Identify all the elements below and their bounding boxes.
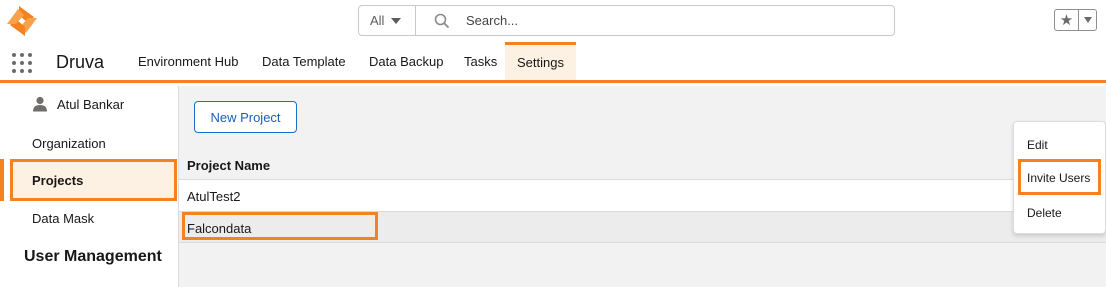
projects-panel: New Project Project Name AtulTest2 Falco… bbox=[179, 86, 1106, 287]
sidebar-item-organization[interactable]: Organization bbox=[32, 136, 106, 151]
menu-item-label: Invite Users bbox=[1027, 171, 1091, 185]
favorites-dropdown[interactable] bbox=[1079, 10, 1096, 30]
active-indicator bbox=[0, 159, 4, 201]
tab-data-template[interactable]: Data Template bbox=[250, 42, 358, 80]
star-icon[interactable]: ★ bbox=[1055, 10, 1079, 30]
chevron-down-icon bbox=[391, 17, 402, 24]
sidebar-item-label: Projects bbox=[32, 173, 84, 188]
app-launcher-icon[interactable] bbox=[12, 53, 32, 73]
menu-item-delete[interactable]: Delete bbox=[1027, 206, 1062, 220]
menu-item-invite-users[interactable]: Invite Users bbox=[1018, 159, 1101, 195]
tab-settings[interactable]: Settings bbox=[505, 42, 576, 80]
section-heading-user-management[interactable]: User Management bbox=[24, 248, 162, 266]
new-project-button[interactable]: New Project bbox=[194, 101, 297, 133]
app-name: Druva bbox=[56, 52, 105, 72]
tab-data-backup[interactable]: Data Backup bbox=[357, 42, 455, 80]
row-highlight-box bbox=[182, 212, 378, 240]
favorites-button[interactable]: ★ bbox=[1054, 9, 1097, 31]
global-header: All ★ bbox=[0, 0, 1106, 42]
global-search: All bbox=[358, 5, 895, 36]
search-scope-label: All bbox=[370, 13, 385, 28]
sidebar-item-data-mask[interactable]: Data Mask bbox=[32, 211, 94, 226]
app-nav-bar: Druva Environment Hub Data Template Data… bbox=[0, 42, 1106, 83]
settings-sidebar: Atul Bankar Organization Projects Data M… bbox=[0, 86, 179, 287]
search-input[interactable] bbox=[466, 13, 866, 28]
druva-logo-icon[interactable] bbox=[4, 4, 40, 38]
tab-environment-hub[interactable]: Environment Hub bbox=[126, 42, 250, 80]
user-profile-item[interactable]: Atul Bankar bbox=[32, 96, 124, 112]
tab-tasks[interactable]: Tasks bbox=[452, 42, 509, 80]
search-scope-select[interactable]: All bbox=[359, 6, 416, 35]
search-icon bbox=[434, 13, 450, 28]
menu-item-edit[interactable]: Edit bbox=[1027, 138, 1048, 152]
sidebar-item-projects[interactable]: Projects bbox=[10, 159, 177, 201]
row-action-menu: Edit Invite Users Delete bbox=[1013, 121, 1106, 234]
user-icon bbox=[33, 96, 47, 112]
table-row[interactable]: AtulTest2 bbox=[179, 179, 1106, 211]
column-header-project-name[interactable]: Project Name bbox=[187, 158, 270, 173]
chevron-down-icon bbox=[1083, 17, 1092, 23]
project-name-cell: AtulTest2 bbox=[187, 189, 241, 204]
user-name: Atul Bankar bbox=[57, 96, 125, 112]
